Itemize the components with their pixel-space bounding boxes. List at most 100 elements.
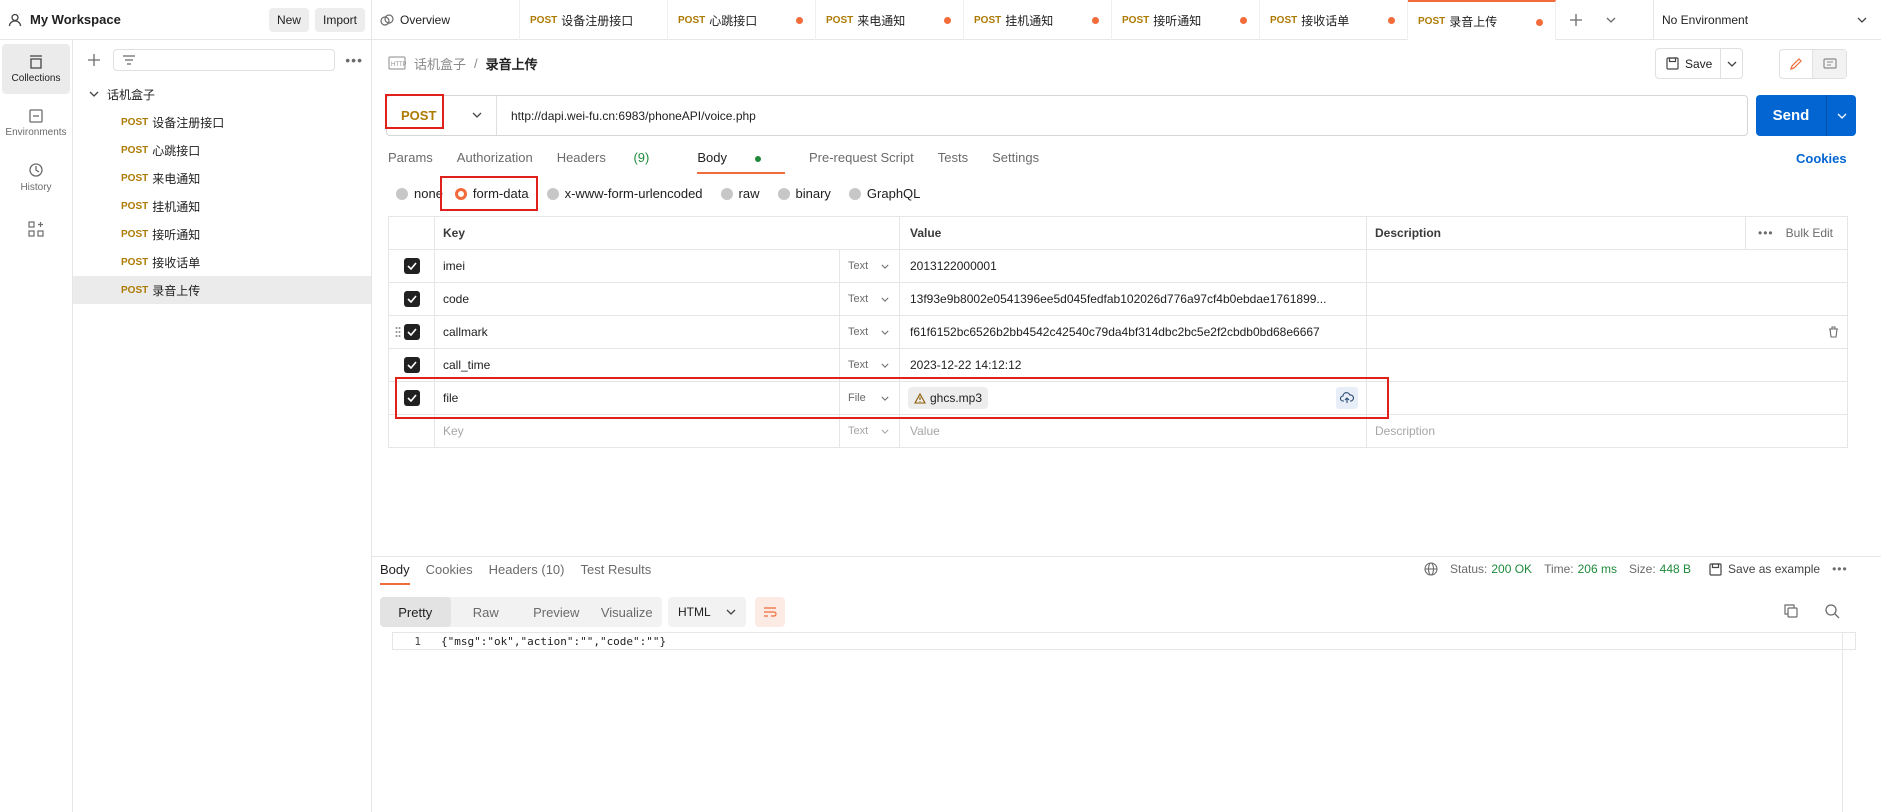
description-cell[interactable] [1367, 316, 1847, 348]
size-value[interactable]: 448 B [1660, 562, 1691, 576]
sidebar-item-history[interactable]: History [2, 152, 70, 202]
tab-tests[interactable]: Tests [938, 150, 968, 174]
tab-request[interactable]: POST 接听通知 [1112, 0, 1260, 40]
new-tab-plus-icon[interactable] [1556, 0, 1596, 40]
tab-body[interactable]: Body [697, 150, 785, 174]
globe-icon[interactable] [1424, 562, 1438, 576]
new-button[interactable]: New [268, 7, 309, 32]
save-as-example-button[interactable]: Save as example [1728, 562, 1820, 576]
radio-none[interactable]: none [396, 186, 443, 201]
scrollbar[interactable] [1842, 632, 1843, 812]
value-cell[interactable]: f61f6152bc6526b2bb4542c42540c79da4bf314d… [900, 316, 1367, 348]
type-select[interactable]: Text [840, 283, 900, 315]
view-pretty[interactable]: Pretty [380, 597, 451, 627]
value-cell[interactable]: Value [900, 415, 1367, 447]
send-button[interactable]: Send [1756, 95, 1856, 136]
tree-request-item[interactable]: POST 接收话单 [73, 248, 371, 276]
collection-folder[interactable]: 话机盒子 [73, 80, 371, 108]
tab-headers[interactable]: Headers (9) [557, 150, 674, 174]
tree-request-item[interactable]: POST 接听通知 [73, 220, 371, 248]
import-button[interactable]: Import [314, 7, 365, 32]
copy-icon[interactable] [1783, 603, 1799, 619]
pencil-icon[interactable] [1780, 50, 1814, 78]
radio-label: GraphQL [866, 186, 921, 201]
key-cell[interactable]: code [435, 283, 840, 315]
sidebar-item-environments[interactable]: Environments [2, 98, 70, 148]
checkbox-checked-icon[interactable] [403, 258, 420, 274]
tab-request[interactable]: POST 接收话单 [1260, 0, 1408, 40]
description-cell[interactable]: Description [1367, 415, 1847, 447]
time-value[interactable]: 206 ms [1578, 562, 1617, 576]
tab-request[interactable]: POST 心跳接口 [668, 0, 816, 40]
key-cell[interactable]: callmark [435, 316, 840, 348]
view-preview[interactable]: Preview [521, 597, 592, 627]
tab-overview[interactable]: Overview [372, 0, 520, 40]
radio-x-www-form-urlencoded[interactable]: x-www-form-urlencoded [546, 186, 703, 201]
value-cell[interactable]: 13f93e9b8002e0541396ee5d045fedfab102026d… [900, 283, 1367, 315]
tree-request-item[interactable]: POST 心跳接口 [73, 136, 371, 164]
tab-request-active[interactable]: POST 录音上传 [1408, 0, 1556, 40]
comment-icon[interactable] [1813, 50, 1846, 78]
tab-pre-request-script[interactable]: Pre-request Script [809, 150, 914, 174]
more-options-icon[interactable]: ••• [1832, 562, 1848, 576]
view-visualize[interactable]: Visualize [592, 597, 663, 627]
request-label: 接听通知 [152, 227, 201, 242]
tree-request-item[interactable]: POST 挂机通知 [73, 192, 371, 220]
key-cell[interactable]: Key [435, 415, 840, 447]
tab-authorization[interactable]: Authorization [457, 150, 533, 174]
workspace-name[interactable]: My Workspace [30, 12, 269, 27]
description-cell[interactable] [1367, 382, 1847, 414]
format-select[interactable]: HTML [668, 597, 746, 627]
breadcrumb-current[interactable]: 录音上传 [486, 54, 538, 73]
response-tab-body[interactable]: Body [380, 562, 410, 585]
value-cell[interactable]: 2013122000001 [900, 250, 1367, 282]
collection-tree: ••• 话机盒子 POST 设备注册接口 POST 心跳接口 POST 来电通知 PO… [73, 40, 372, 812]
chevron-down-icon[interactable] [1826, 95, 1856, 136]
bulk-edit-button[interactable]: Bulk Edit [1786, 226, 1833, 240]
wrap-lines-icon[interactable] [755, 597, 785, 627]
more-options-icon[interactable]: ••• [345, 52, 363, 68]
response-body-editor[interactable]: 1 {"msg":"ok","action":"","code":""} [392, 632, 1856, 650]
tab-settings[interactable]: Settings [992, 150, 1039, 174]
tree-request-item-selected[interactable]: POST 录音上传 [73, 276, 371, 304]
response-tab-headers[interactable]: Headers (10) [489, 562, 565, 585]
type-select[interactable]: Text [840, 316, 900, 348]
chevron-down-icon[interactable] [1720, 49, 1742, 78]
view-raw[interactable]: Raw [451, 597, 522, 627]
radio-graphql[interactable]: GraphQL [848, 186, 921, 201]
radio-binary[interactable]: binary [777, 186, 831, 201]
tab-params[interactable]: Params [388, 150, 433, 174]
tab-request[interactable]: POST 设备注册接口 [520, 0, 668, 40]
tabs-chevron-down-icon[interactable] [1596, 0, 1626, 40]
checkbox-checked-icon[interactable] [403, 291, 420, 307]
checkbox-checked-icon[interactable] [403, 357, 420, 373]
add-collection-plus-icon[interactable] [87, 53, 101, 67]
response-tab-test-results[interactable]: Test Results [580, 562, 651, 585]
sidebar-item-collections[interactable]: Collections [2, 44, 70, 94]
filter-input[interactable] [113, 49, 336, 71]
checkbox-checked-icon[interactable] [403, 324, 420, 340]
url-input[interactable]: http://dapi.wei-fu.cn:6983/phoneAPI/voic… [511, 109, 1747, 123]
breadcrumb-parent[interactable]: 话机盒子 [414, 54, 466, 73]
response-tab-cookies[interactable]: Cookies [426, 562, 473, 585]
radio-raw[interactable]: raw [720, 186, 760, 201]
key-cell[interactable]: imei [435, 250, 840, 282]
tab-request[interactable]: POST 来电通知 [816, 0, 964, 40]
type-select[interactable]: Text [840, 415, 900, 447]
save-button[interactable]: Save [1655, 48, 1743, 79]
trash-icon[interactable] [1828, 326, 1839, 338]
sidebar-item-configure[interactable] [2, 206, 70, 256]
description-cell[interactable] [1367, 349, 1847, 381]
tree-request-item[interactable]: POST 来电通知 [73, 164, 371, 192]
environment-selector[interactable]: No Environment [1653, 0, 1881, 40]
cookies-link[interactable]: Cookies [1796, 151, 1847, 166]
type-select[interactable]: Text [840, 250, 900, 282]
description-cell[interactable] [1367, 283, 1847, 315]
description-cell[interactable] [1367, 250, 1847, 282]
tab-request[interactable]: POST 挂机通知 [964, 0, 1112, 40]
more-options-icon[interactable]: ••• [1745, 216, 1774, 250]
drag-handle-icon[interactable] [395, 326, 401, 338]
status-value[interactable]: 200 OK [1491, 562, 1532, 576]
search-icon[interactable] [1824, 603, 1840, 619]
tree-request-item[interactable]: POST 设备注册接口 [73, 108, 371, 136]
